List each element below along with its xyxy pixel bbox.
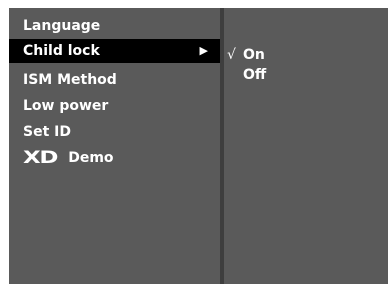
option-off[interactable]: Off: [227, 64, 266, 86]
checkmark-icon: √: [227, 47, 236, 63]
menu-item-xd-demo[interactable]: XD Demo: [9, 146, 220, 170]
menu-item-label: Child lock: [23, 43, 100, 59]
menu-item-child-lock[interactable]: Child lock ▶: [9, 39, 220, 63]
option-label: On: [243, 47, 265, 63]
child-lock-submenu: √ On Off: [224, 8, 388, 284]
xd-logo-icon: XD: [23, 148, 58, 168]
menu-item-label: Set ID: [23, 124, 71, 140]
submenu-arrow-icon: ▶: [199, 44, 208, 57]
main-menu: Language Child lock ▶ ISM Method Low pow…: [9, 8, 220, 284]
menu-item-ism-method[interactable]: ISM Method: [9, 68, 220, 92]
menu-item-language[interactable]: Language: [9, 14, 220, 38]
option-label: Off: [243, 67, 267, 83]
osd-menu-panel: Language Child lock ▶ ISM Method Low pow…: [9, 8, 388, 284]
option-on[interactable]: √ On: [227, 44, 265, 66]
menu-item-label: Demo: [68, 150, 114, 166]
menu-item-label: Language: [23, 18, 101, 34]
menu-item-set-id[interactable]: Set ID: [9, 120, 220, 144]
menu-item-label: ISM Method: [23, 72, 117, 88]
menu-item-label: Low power: [23, 98, 109, 114]
menu-item-low-power[interactable]: Low power: [9, 94, 220, 118]
